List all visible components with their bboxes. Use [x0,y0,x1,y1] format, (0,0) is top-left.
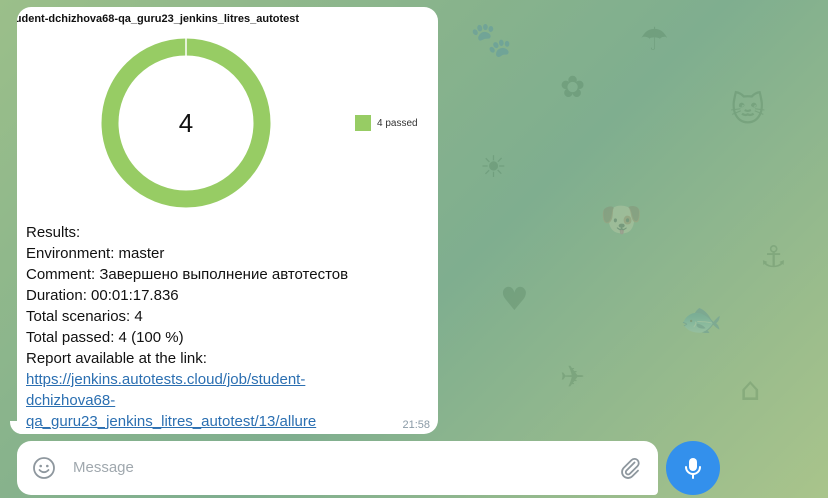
background-doodle: ⚓ [760,240,787,275]
background-doodle: ✈ [560,360,586,395]
background-doodle: ☂ [640,20,669,58]
background-doodle: ☀ [480,150,507,185]
chart-legend: 4 passed [355,115,418,131]
paperclip-icon[interactable] [618,456,642,480]
smile-icon[interactable] [32,456,56,480]
comment-value: Завершено выполнение автотестов [95,266,349,283]
background-doodle: ⌂ [740,370,761,408]
legend-swatch-passed [355,115,371,131]
passed-key: Total passed: [26,329,115,346]
message-text: Results: Environment: master Comment: За… [26,222,431,432]
report-title: student-dchizhova68-qa_guru23_jenkins_li… [17,13,300,25]
report-link-line3: qa_guru23_jenkins_litres_autotest/13/all… [26,413,317,430]
donut-total-count: 4 [178,107,194,138]
report-link-line1: https://jenkins.autotests.cloud/job/stud… [26,371,306,388]
environment-value: master [114,245,165,262]
comment-line: Comment: Завершено выполнение автотестов [26,264,431,285]
background-doodle: ✿ [560,70,586,105]
duration-key: Duration: [26,287,87,304]
background-doodle: 🐾 [470,20,513,60]
background-doodle: 🐱 [730,90,766,130]
report-label: Report available at the link: [26,350,207,367]
passed-line: Total passed: 4 (100 %) [26,327,431,348]
message-time: 21:58 [402,419,430,431]
scenarios-key: Total scenarios: [26,308,131,325]
background-doodle: ♥ [500,280,529,318]
scenarios-line: Total scenarios: 4 [26,306,431,327]
microphone-icon [685,458,701,479]
report-link[interactable]: https://jenkins.autotests.cloud/job/stud… [26,371,316,430]
duration-value: 00:01:17.836 [86,287,179,304]
results-heading: Results: [26,224,81,241]
message-input[interactable]: Message [73,459,134,476]
background-doodle: 🐟 [680,300,723,340]
scenarios-value: 4 [130,308,143,325]
message-composer: Message [17,441,658,495]
microphone-button[interactable] [666,441,720,495]
environment-key: Environment: [26,245,115,262]
comment-key: Comment: [26,266,96,283]
duration-line: Duration: 00:01:17.836 [26,285,431,306]
background-doodle: 🐶 [600,200,643,240]
passed-value: 4 (100 %) [114,329,184,346]
report-link-line2: dchizhova68- [26,392,116,409]
message-bubble: student-dchizhova68-qa_guru23_jenkins_li… [17,7,438,434]
legend-label-passed: 4 passed [377,117,418,129]
environment-line: Environment: master [26,243,431,264]
